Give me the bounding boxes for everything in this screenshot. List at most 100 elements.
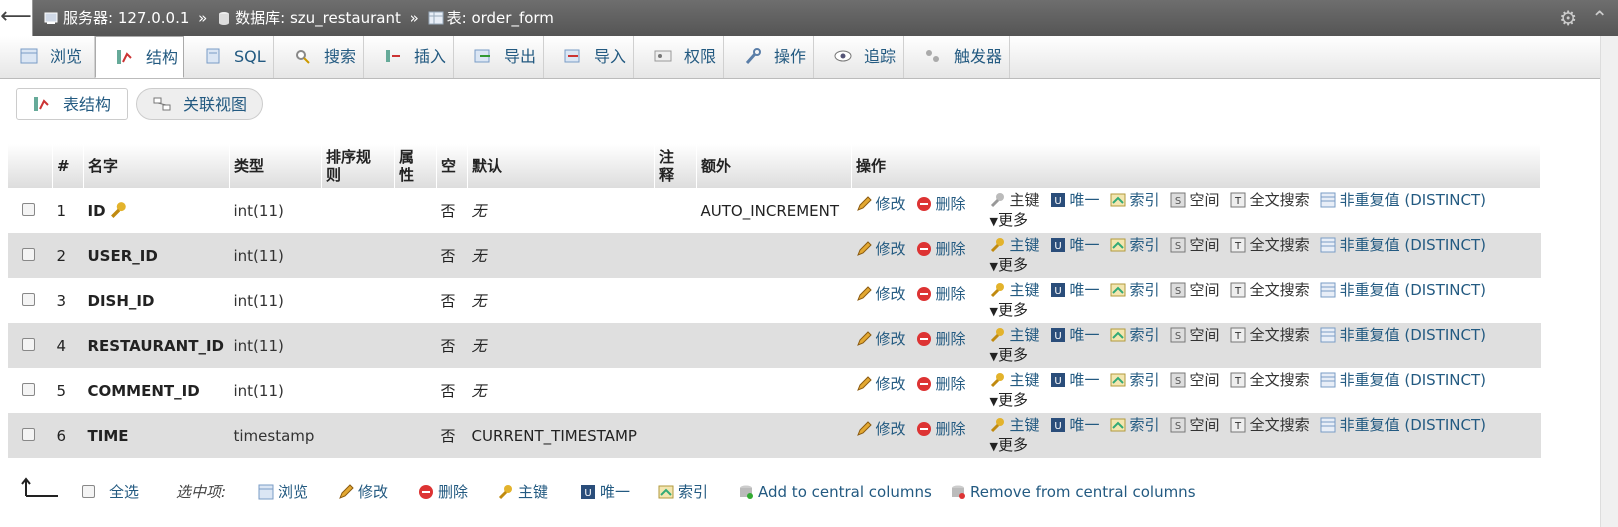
spatial-action[interactable]: S 空间 [1170, 236, 1220, 254]
unique-action[interactable]: U 唯一 [1050, 326, 1100, 344]
field-actions: 修改 删除 主键 U 唯一 索引 S 空间 T 全文搜索 非重复值 (DISTINCT) ▼更多 [851, 278, 1541, 323]
back-arrow-icon[interactable]: ⟵ [0, 0, 33, 36]
bulk-index[interactable]: 索引 [658, 476, 708, 508]
index-action[interactable]: 索引 [1110, 281, 1160, 299]
row-checkbox[interactable] [22, 427, 35, 441]
edit-action[interactable]: 修改 [856, 195, 906, 213]
tab-browse[interactable]: 浏览 [0, 36, 95, 78]
unique-action[interactable]: U 唯一 [1050, 236, 1100, 254]
fulltext-action[interactable]: T 全文搜索 [1230, 416, 1310, 434]
drop-action[interactable]: 删除 [916, 420, 966, 438]
spatial-action[interactable]: S 空间 [1170, 281, 1220, 299]
bulk-primary[interactable]: 主键 [498, 476, 548, 508]
edit-action[interactable]: 修改 [856, 240, 906, 258]
drop-label: 删除 [935, 374, 966, 393]
more-dropdown[interactable]: ▼更多 [990, 344, 1497, 368]
fulltext-action[interactable]: T 全文搜索 [1230, 371, 1310, 389]
row-checkbox[interactable] [22, 202, 35, 216]
row-checkbox[interactable] [22, 382, 35, 396]
distinct-action[interactable]: 非重复值 (DISTINCT) [1320, 416, 1486, 434]
distinct-action[interactable]: 非重复值 (DISTINCT) [1320, 281, 1486, 299]
bulk-unique[interactable]: U 唯一 [580, 476, 630, 508]
fulltext-action[interactable]: T 全文搜索 [1230, 191, 1310, 209]
primary-action[interactable]: 主键 [990, 326, 1040, 344]
tab-triggers[interactable]: 触发器 [904, 36, 1010, 78]
more-dropdown[interactable]: ▼更多 [990, 299, 1497, 323]
distinct-action[interactable]: 非重复值 (DISTINCT) [1320, 326, 1486, 344]
drop-action[interactable]: 删除 [916, 375, 966, 393]
index-action[interactable]: 索引 [1110, 371, 1160, 389]
more-dropdown[interactable]: ▼更多 [990, 254, 1497, 278]
edit-action[interactable]: 修改 [856, 330, 906, 348]
unique-action[interactable]: U 唯一 [1050, 416, 1100, 434]
more-dropdown[interactable]: ▼更多 [990, 434, 1497, 458]
drop-action[interactable]: 删除 [916, 195, 966, 213]
tab-tracking[interactable]: 追踪 [814, 36, 904, 78]
primary-action[interactable]: 主键 [990, 236, 1040, 254]
unique-action[interactable]: U 唯一 [1050, 371, 1100, 389]
primary-action[interactable]: 主键 [990, 191, 1040, 209]
remove-central-columns[interactable]: Remove from central columns [950, 476, 1196, 508]
gear-icon[interactable]: ⚙ [1559, 6, 1577, 30]
tab-privileges[interactable]: 权限 [634, 36, 724, 78]
fulltext-action[interactable]: T 全文搜索 [1230, 236, 1310, 254]
breadcrumb-server[interactable]: 服务器: 127.0.0.1 [63, 9, 189, 27]
primary-action[interactable]: 主键 [990, 416, 1040, 434]
distinct-action[interactable]: 非重复值 (DISTINCT) [1320, 191, 1486, 209]
tab-export[interactable]: 导出 [454, 36, 544, 78]
edit-action[interactable]: 修改 [856, 375, 906, 393]
unique-action[interactable]: U 唯一 [1050, 191, 1100, 209]
index-action[interactable]: 索引 [1110, 416, 1160, 434]
tab-import[interactable]: 导入 [544, 36, 634, 78]
fulltext-action[interactable]: T 全文搜索 [1230, 326, 1310, 344]
scrollbar[interactable] [1600, 36, 1618, 527]
collapse-icon[interactable]: ⌃ [1591, 6, 1608, 30]
row-checkbox[interactable] [22, 337, 35, 351]
breadcrumb-database[interactable]: 数据库: szu_restaurant [235, 9, 401, 27]
bulk-browse[interactable]: 浏览 [258, 476, 308, 508]
fulltext-action[interactable]: T 全文搜索 [1230, 281, 1310, 299]
spatial-action[interactable]: S 空间 [1170, 371, 1220, 389]
index-action[interactable]: 索引 [1110, 191, 1160, 209]
drop-action[interactable]: 删除 [916, 330, 966, 348]
bulk-drop[interactable]: 删除 [418, 476, 468, 508]
subtab-relation-view[interactable]: 关联视图 [136, 88, 263, 120]
bulk-edit[interactable]: 修改 [338, 476, 388, 508]
drop-action[interactable]: 删除 [916, 285, 966, 303]
check-all-checkbox[interactable] [82, 485, 95, 498]
primary-action[interactable]: 主键 [990, 281, 1040, 299]
index-action[interactable]: 索引 [1110, 326, 1160, 344]
row-checkbox[interactable] [22, 292, 35, 306]
field-name-cell: COMMENT_ID [83, 368, 230, 413]
spatial-label: 空间 [1189, 280, 1220, 299]
edit-action[interactable]: 修改 [856, 420, 906, 438]
tab-search[interactable]: 搜索 [274, 36, 364, 78]
row-checkbox[interactable] [22, 247, 35, 261]
index-actions: 主键 U 唯一 索引 S 空间 T 全文搜索 非重复值 (DISTINCT) ▼更多 [990, 234, 1497, 278]
bulk-browse-label: 浏览 [278, 483, 309, 501]
index-action[interactable]: 索引 [1110, 236, 1160, 254]
edit-action[interactable]: 修改 [856, 285, 906, 303]
tab-sql[interactable]: SQL [184, 36, 274, 78]
drop-action[interactable]: 删除 [916, 240, 966, 258]
subtab-table-structure[interactable]: 表结构 [16, 88, 128, 120]
spatial-action[interactable]: S 空间 [1170, 326, 1220, 344]
distinct-action[interactable]: 非重复值 (DISTINCT) [1320, 236, 1486, 254]
spatial-action[interactable]: S 空间 [1170, 191, 1220, 209]
primary-action[interactable]: 主键 [990, 371, 1040, 389]
unique-action[interactable]: U 唯一 [1050, 281, 1100, 299]
tab-structure[interactable]: 结构 [95, 36, 184, 78]
breadcrumb-table[interactable]: 表: order_form [447, 9, 554, 27]
tab-operations[interactable]: 操作 [724, 36, 814, 78]
add-central-columns[interactable]: Add to central columns [738, 476, 932, 508]
check-all-label[interactable]: 全选 [109, 483, 139, 501]
pencil-icon [856, 285, 872, 301]
more-dropdown[interactable]: ▼更多 [990, 389, 1497, 413]
distinct-action[interactable]: 非重复值 (DISTINCT) [1320, 371, 1486, 389]
bulk-drop-label: 删除 [438, 483, 469, 501]
more-dropdown[interactable]: ▼更多 [990, 209, 1497, 233]
spatial-action[interactable]: S 空间 [1170, 416, 1220, 434]
field-name: DISH_ID [87, 291, 155, 310]
check-all[interactable]: 全选 [82, 476, 139, 508]
tab-insert[interactable]: 插入 [364, 36, 454, 78]
